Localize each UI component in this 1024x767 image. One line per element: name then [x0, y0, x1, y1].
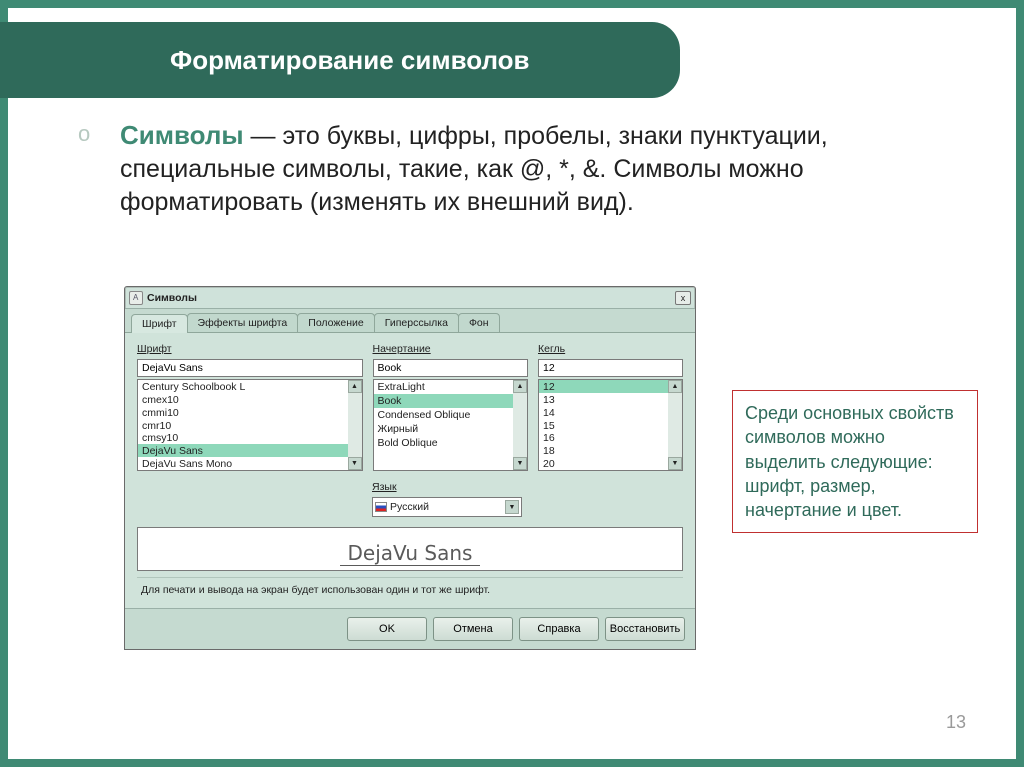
- ok-button[interactable]: OK: [347, 617, 427, 641]
- tab-page-font: Шрифт Century Schoolbook Lcmex10cmmi10cm…: [125, 333, 695, 608]
- tab-effects[interactable]: Эффекты шрифта: [187, 313, 299, 332]
- scroll-down-icon[interactable]: ▼: [348, 457, 362, 470]
- dialog-title: Символы: [147, 292, 197, 304]
- slide-title: Форматирование символов: [0, 22, 680, 98]
- list-item[interactable]: DejaVu Sans Mono: [138, 457, 362, 470]
- list-item[interactable]: Condensed Oblique: [374, 408, 528, 422]
- font-scrollbar[interactable]: ▲ ▼: [348, 380, 362, 470]
- help-button[interactable]: Справка: [519, 617, 599, 641]
- tab-font[interactable]: Шрифт: [131, 314, 188, 333]
- language-combo[interactable]: Русский ▼: [372, 497, 522, 517]
- flag-icon: [375, 502, 387, 512]
- list-item[interactable]: 12: [539, 380, 682, 393]
- font-preview: DejaVu Sans: [137, 527, 683, 571]
- scroll-down-icon[interactable]: ▼: [668, 457, 682, 470]
- list-item[interactable]: ExtraLight: [374, 380, 528, 394]
- size-list[interactable]: 12131415161820: [538, 379, 683, 471]
- label-size: Кегль: [538, 343, 683, 355]
- list-item[interactable]: Book: [374, 394, 528, 408]
- list-item[interactable]: cmsy10: [138, 431, 362, 444]
- label-style: Начертание: [373, 343, 529, 355]
- scroll-up-icon[interactable]: ▲: [348, 380, 362, 393]
- label-language: Язык: [372, 481, 522, 493]
- font-name-input[interactable]: [137, 359, 363, 377]
- language-value: Русский: [390, 501, 502, 513]
- chevron-down-icon[interactable]: ▼: [505, 500, 519, 514]
- reset-button[interactable]: Восстановить: [605, 617, 685, 641]
- list-item[interactable]: cmmi10: [138, 406, 362, 419]
- font-list[interactable]: Century Schoolbook Lcmex10cmmi10cmr10cms…: [137, 379, 363, 471]
- list-item[interactable]: 20: [539, 457, 682, 470]
- list-item[interactable]: DejaVu Sans: [138, 444, 362, 457]
- tab-position[interactable]: Положение: [297, 313, 375, 332]
- style-list[interactable]: ExtraLightBookCondensed ObliqueЖирныйBol…: [373, 379, 529, 471]
- list-item[interactable]: 14: [539, 406, 682, 419]
- term-symbols: Символы: [120, 120, 244, 150]
- dialog-titlebar[interactable]: Символы x: [125, 287, 695, 309]
- paragraph-text: Символы — это буквы, цифры, пробелы, зна…: [120, 118, 986, 219]
- tab-strip: Шрифт Эффекты шрифта Положение Гиперссыл…: [125, 309, 695, 333]
- button-row: OK Отмена Справка Восстановить: [125, 608, 695, 649]
- dialog-icon: [129, 291, 143, 305]
- cancel-button[interactable]: Отмена: [433, 617, 513, 641]
- style-input[interactable]: [373, 359, 529, 377]
- tab-hyperlink[interactable]: Гиперссылка: [374, 313, 459, 332]
- list-item[interactable]: 18: [539, 444, 682, 457]
- style-scrollbar[interactable]: ▲ ▼: [513, 380, 527, 470]
- hint-text: Для печати и вывода на экран будет испол…: [137, 577, 683, 602]
- list-item[interactable]: cmex10: [138, 393, 362, 406]
- tab-background[interactable]: Фон: [458, 313, 500, 332]
- list-item[interactable]: Bold Oblique: [374, 436, 528, 450]
- side-note: Среди основных свойств символов можно вы…: [732, 390, 978, 533]
- list-item[interactable]: cmr10: [138, 419, 362, 432]
- list-item[interactable]: Жирный: [374, 422, 528, 436]
- list-item[interactable]: 13: [539, 393, 682, 406]
- scroll-down-icon[interactable]: ▼: [513, 457, 527, 470]
- bullet-mark: o: [78, 118, 102, 219]
- close-icon[interactable]: x: [675, 291, 691, 305]
- bullet-paragraph: o Символы — это буквы, цифры, пробелы, з…: [78, 118, 986, 219]
- size-input[interactable]: [538, 359, 683, 377]
- size-scrollbar[interactable]: ▲ ▼: [668, 380, 682, 470]
- scroll-up-icon[interactable]: ▲: [513, 380, 527, 393]
- list-item[interactable]: 16: [539, 431, 682, 444]
- character-dialog: Символы x Шрифт Эффекты шрифта Положение…: [124, 286, 696, 650]
- page-number: 13: [946, 712, 966, 733]
- scroll-up-icon[interactable]: ▲: [668, 380, 682, 393]
- preview-text: DejaVu Sans: [340, 541, 481, 566]
- label-font: Шрифт: [137, 343, 363, 355]
- list-item[interactable]: 15: [539, 419, 682, 432]
- list-item[interactable]: Century Schoolbook L: [138, 380, 362, 393]
